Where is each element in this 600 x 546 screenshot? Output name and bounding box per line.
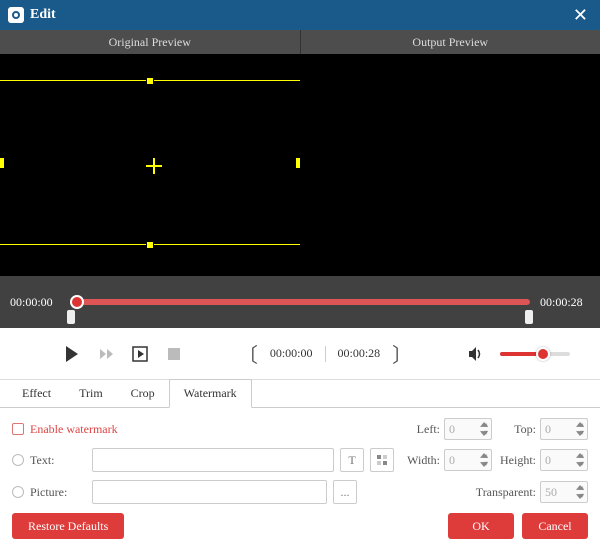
preview-header: Original Preview Output Preview: [0, 30, 600, 54]
enable-watermark-checkbox[interactable]: [12, 423, 24, 435]
picture-label: Picture:: [30, 485, 86, 500]
transparent-label: Transparent:: [456, 485, 536, 500]
crop-handle-top[interactable]: [146, 77, 154, 85]
bracket-out-icon[interactable]: 〕: [390, 339, 414, 368]
picture-input[interactable]: [92, 480, 327, 504]
timeline-start-time: 00:00:00: [10, 295, 60, 310]
original-preview-label: Original Preview: [0, 30, 301, 54]
footer: Restore Defaults OK Cancel: [0, 506, 600, 546]
top-input[interactable]: 0▴▾: [540, 418, 588, 440]
color-button[interactable]: [370, 448, 394, 472]
total-time: 00:00:28: [334, 346, 385, 361]
tab-trim[interactable]: Trim: [65, 380, 117, 407]
fast-forward-button[interactable]: [92, 340, 120, 368]
height-input[interactable]: 0▴▾: [540, 449, 588, 471]
font-button[interactable]: T: [340, 448, 364, 472]
original-preview-pane[interactable]: [0, 54, 300, 276]
output-preview-label: Output Preview: [301, 30, 600, 54]
timeline: 00:00:00 00:00:28: [0, 276, 600, 328]
top-label: Top:: [496, 422, 536, 437]
volume-knob[interactable]: [536, 347, 550, 361]
timeline-playhead[interactable]: [70, 295, 84, 309]
playback-controls: 〔 00:00:00 00:00:28 〕: [0, 328, 600, 380]
output-preview-pane: [300, 54, 600, 276]
title-bar: Edit ✕: [0, 0, 600, 30]
tab-watermark[interactable]: Watermark: [169, 379, 252, 408]
window-title: Edit: [30, 7, 56, 23]
timeline-end-time: 00:00:28: [540, 295, 590, 310]
current-time: 00:00:00: [266, 346, 317, 361]
tab-bar: Effect Trim Crop Watermark: [0, 380, 600, 408]
picture-radio[interactable]: [12, 486, 24, 498]
volume-slider[interactable]: [500, 352, 570, 356]
app-logo-icon: [8, 7, 24, 23]
play-button[interactable]: [58, 340, 86, 368]
text-label: Text:: [30, 453, 86, 468]
crop-handle-right[interactable]: [296, 158, 300, 168]
text-input[interactable]: [92, 448, 334, 472]
width-label: Width:: [400, 453, 440, 468]
transparent-input[interactable]: 50▴▾: [540, 481, 588, 503]
crop-handle-left[interactable]: [0, 158, 4, 168]
tab-crop[interactable]: Crop: [117, 380, 169, 407]
timeline-in-marker[interactable]: [67, 310, 75, 324]
stop-button[interactable]: [160, 340, 188, 368]
cancel-button[interactable]: Cancel: [522, 513, 588, 539]
close-icon[interactable]: ✕: [569, 5, 592, 26]
left-input[interactable]: 0▴▾: [444, 418, 492, 440]
volume-icon[interactable]: [462, 340, 490, 368]
crop-center-icon[interactable]: [146, 158, 162, 174]
enable-watermark-label: Enable watermark: [30, 422, 118, 437]
browse-button[interactable]: ...: [333, 480, 357, 504]
height-label: Height:: [496, 453, 536, 468]
preview-area: [0, 54, 600, 276]
ok-button[interactable]: OK: [448, 513, 514, 539]
crop-handle-bottom[interactable]: [146, 241, 154, 249]
restore-defaults-button[interactable]: Restore Defaults: [12, 513, 124, 539]
watermark-panel: Enable watermark Left: 0▴▾ Top: 0▴▾ Text…: [0, 408, 600, 522]
width-input[interactable]: 0▴▾: [444, 449, 492, 471]
tab-effect[interactable]: Effect: [8, 380, 65, 407]
next-frame-button[interactable]: [126, 340, 154, 368]
timeline-track[interactable]: [70, 292, 530, 312]
left-label: Left:: [400, 422, 440, 437]
bracket-in-icon[interactable]: 〔: [236, 339, 260, 368]
timeline-out-marker[interactable]: [525, 310, 533, 324]
text-radio[interactable]: [12, 454, 24, 466]
